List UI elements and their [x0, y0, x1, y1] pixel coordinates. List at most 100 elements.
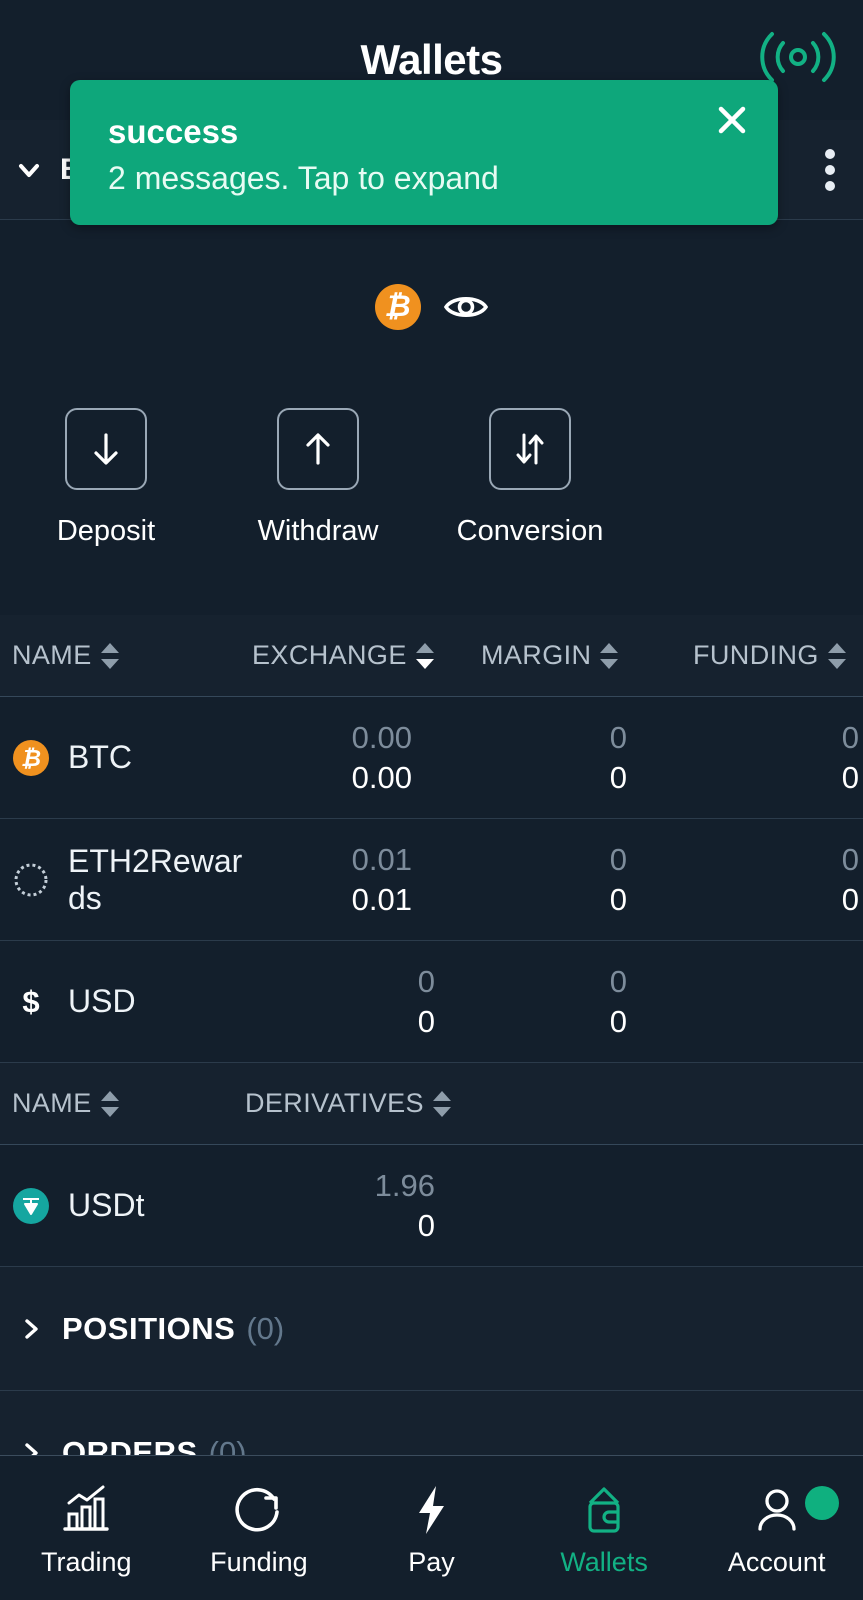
col-header-funding-label: FUNDING [693, 640, 819, 670]
col-header-name[interactable]: NAME [12, 640, 119, 671]
page-title: Wallets [360, 36, 503, 83]
col-header-name-label: NAME [12, 1088, 92, 1118]
cell-exchange: 0.00 0.00 [242, 718, 412, 798]
positions-section[interactable]: POSITIONS (0) [0, 1267, 863, 1391]
positions-count: (0) [246, 1310, 285, 1346]
table-row[interactable]: ETH2Rewards 0.01 0.01 0 0 0 0 [0, 819, 863, 941]
table-row[interactable]: ₿ BTC 0.00 0.00 0 0 0 0 [0, 697, 863, 819]
cell-derivatives: 1.96 0 [265, 1166, 435, 1246]
deposit-label: Deposit [56, 515, 156, 547]
coin-name: USDt [68, 1187, 145, 1223]
arrow-up-icon [277, 408, 359, 490]
col-header-margin[interactable]: MARGIN [481, 640, 619, 671]
col-header-name[interactable]: NAME [12, 1088, 119, 1119]
positions-title: POSITIONS [62, 1310, 236, 1346]
btc-coin-icon[interactable]: ₿ [374, 284, 421, 330]
cell-value-top: 1.96 [374, 1167, 435, 1203]
coin-cell: USDt [12, 1187, 144, 1225]
svg-text:₿: ₿ [21, 745, 41, 771]
nav-label-account: Account [727, 1546, 826, 1577]
cell-value-top: 0.00 [351, 719, 412, 755]
col-header-derivatives[interactable]: DERIVATIVES [245, 1088, 451, 1119]
cell-value-bottom: 0 [417, 1003, 435, 1039]
cell-value-bottom: 0 [609, 1003, 627, 1039]
cell-value-bottom: 0.00 [351, 759, 412, 795]
wallet-icon [575, 1479, 633, 1541]
arrows-up-down-icon [489, 408, 571, 490]
withdraw-label: Withdraw [257, 515, 379, 547]
cell-value-bottom: 0 [609, 759, 627, 795]
cell-margin: 0 0 [457, 840, 627, 920]
cell-value-top: 0.01 [351, 841, 412, 877]
coin-cell: ETH2Rewards [12, 843, 258, 917]
account-badge-dot [804, 1486, 839, 1520]
table-row[interactable]: $ USD 0 0 0 0 [0, 941, 863, 1063]
nav-item-wallets[interactable]: Wallets [518, 1456, 691, 1600]
chevron-right-icon [18, 1316, 44, 1342]
nav-item-pay[interactable]: Pay [345, 1456, 518, 1600]
sort-icon [432, 1090, 451, 1117]
col-header-exchange[interactable]: EXCHANGE [252, 640, 434, 671]
wallet-actions: Deposit Withdraw Conversion [0, 408, 863, 558]
cell-value-bottom: 0 [841, 759, 859, 795]
lightning-bolt-icon [402, 1479, 460, 1541]
sort-icon [100, 1090, 119, 1117]
balances-table-header: NAME EXCHANGE MARGIN FUNDING [0, 615, 863, 697]
close-icon[interactable] [708, 96, 756, 144]
coin-cell: $ USD [12, 983, 135, 1021]
bottom-navigation: Trading Funding Pay Wallets Account [0, 1455, 863, 1600]
sort-icon-active [415, 642, 434, 669]
nav-label-funding: Funding [210, 1546, 308, 1577]
col-header-funding[interactable]: FUNDING [693, 640, 846, 671]
derivatives-table-header: NAME DERIVATIVES [0, 1063, 863, 1145]
cell-funding: 0 0 [689, 840, 859, 920]
cell-exchange: 0 0 [265, 962, 435, 1042]
btc-coin-icon: ₿ [12, 739, 50, 777]
usd-dollar-icon: $ [12, 983, 50, 1021]
cell-value-top: 0 [609, 719, 627, 755]
toast-message: 2 messages. Tap to expand [108, 160, 499, 196]
cell-value-top: 0 [841, 841, 859, 877]
withdraw-button[interactable]: Withdraw [212, 408, 424, 558]
col-header-name-label: NAME [12, 640, 92, 670]
cell-value-top: 0 [609, 841, 627, 877]
eye-icon[interactable] [443, 292, 489, 322]
cell-exchange: 0.01 0.01 [242, 840, 412, 920]
col-header-exchange-label: EXCHANGE [252, 640, 407, 670]
app-screen: Wallets B ₿ [0, 0, 863, 1600]
cell-value-bottom: 0 [417, 1207, 435, 1243]
sort-icon [100, 642, 119, 669]
coin-cell: ₿ BTC [12, 739, 132, 777]
balances-table: NAME EXCHANGE MARGIN FUNDING ₿ BTC 0.00 … [0, 615, 863, 1515]
nav-item-account[interactable]: Account [690, 1456, 863, 1600]
nav-label-trading: Trading [41, 1546, 132, 1577]
cell-value-bottom: 0 [841, 881, 859, 917]
chevron-down-icon [14, 155, 44, 185]
conversion-label: Conversion [456, 515, 604, 547]
person-icon [748, 1479, 806, 1541]
toast-title: success [108, 113, 239, 150]
nav-item-trading[interactable]: Trading [0, 1456, 173, 1600]
cell-value-bottom: 0.01 [351, 881, 412, 917]
cell-margin: 0 0 [457, 718, 627, 798]
nav-item-funding[interactable]: Funding [173, 1456, 346, 1600]
kebab-menu-icon[interactable] [825, 143, 835, 197]
cell-funding: 0 0 [689, 718, 859, 798]
cell-value-top: 0 [841, 719, 859, 755]
arrow-down-icon [65, 408, 147, 490]
table-row[interactable]: USDt 1.96 0 [0, 1145, 863, 1267]
coin-name: ETH2Rewards [68, 842, 243, 916]
deposit-button[interactable]: Deposit [0, 408, 212, 558]
conversion-button[interactable]: Conversion [424, 408, 636, 558]
bar-chart-icon [57, 1479, 115, 1541]
broadcast-icon[interactable] [755, 26, 841, 88]
cell-value-top: 0 [609, 963, 627, 999]
usdt-coin-icon [12, 1187, 50, 1225]
svg-text:$: $ [22, 984, 39, 1019]
cell-value-top: 0 [417, 963, 435, 999]
coin-summary-row: ₿ [0, 282, 863, 332]
coin-name: BTC [68, 739, 132, 775]
col-header-derivatives-label: DERIVATIVES [245, 1088, 424, 1118]
col-header-margin-label: MARGIN [481, 640, 592, 670]
success-toast[interactable]: success 2 messages. Tap to expand [70, 80, 778, 225]
